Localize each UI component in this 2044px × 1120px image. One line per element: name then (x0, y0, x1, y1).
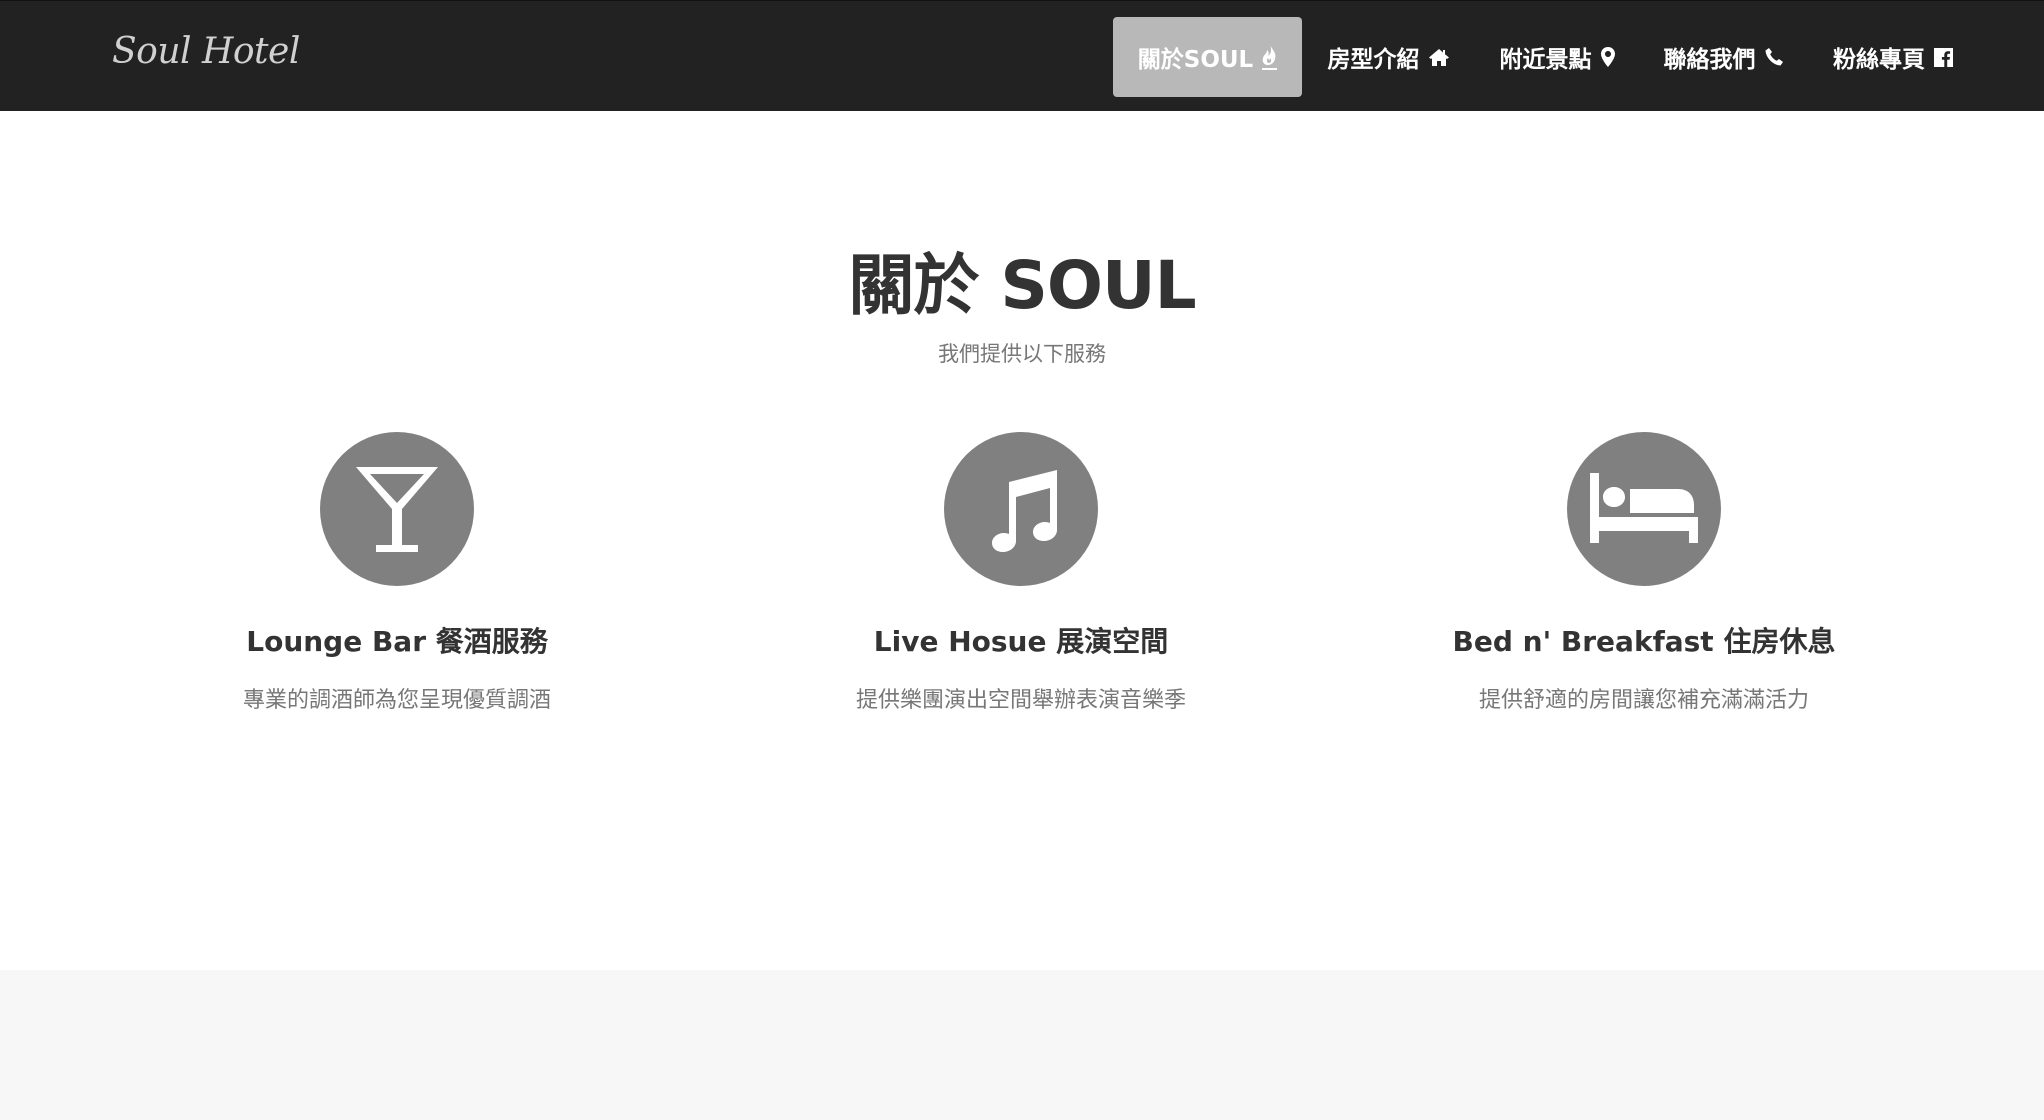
nav-item-rooms[interactable]: 房型介紹 (1302, 17, 1474, 97)
nav-item-label: 粉絲專頁 (1833, 47, 1925, 73)
bed-icon (1567, 432, 1721, 586)
top-navbar: Soul Hotel 關於SOUL 房型介紹 附近景點 聯絡我們 粉絲專頁 (0, 0, 2044, 111)
about-subtitle: 我們提供以下服務 (938, 342, 1106, 366)
about-title: 關於 SOUL (848, 247, 1196, 324)
service-title: Lounge Bar 餐酒服務 (246, 625, 548, 658)
next-section-band (0, 970, 2044, 1120)
service-live-house: Live Hosue 展演空間 提供樂團演出空間舉辦表演音樂季 (761, 432, 1281, 714)
home-icon (1428, 48, 1449, 66)
service-title: Live Hosue 展演空間 (873, 625, 1169, 658)
nav-item-label: 附近景點 (1499, 47, 1592, 73)
service-lounge-bar: Lounge Bar 餐酒服務 專業的調酒師為您呈現優質調酒 (137, 432, 657, 714)
phone-icon (1765, 48, 1783, 66)
main-nav: 關於SOUL 房型介紹 附近景點 聯絡我們 粉絲專頁 (1113, 17, 2044, 97)
nav-item-contact[interactable]: 聯絡我們 (1640, 17, 1806, 97)
service-bed-and-breakfast: Bed n' Breakfast 住房休息 提供舒適的房間讓您補充滿滿活力 (1384, 432, 1904, 714)
nav-item-label: 房型介紹 (1327, 47, 1420, 73)
cocktail-glass-icon (320, 432, 474, 586)
nav-item-label: 聯絡我們 (1663, 47, 1756, 73)
map-marker-icon (1600, 47, 1615, 67)
nav-item-attractions[interactable]: 附近景點 (1474, 17, 1640, 97)
nav-item-about[interactable]: 關於SOUL (1113, 17, 1302, 97)
facebook-icon (1934, 47, 1953, 67)
service-title: Bed n' Breakfast 住房休息 (1452, 625, 1836, 658)
service-description: 專業的調酒師為您呈現優質調酒 (242, 688, 551, 713)
music-note-icon (944, 432, 1098, 586)
fire-icon (1262, 44, 1278, 70)
nav-item-fanpage[interactable]: 粉絲專頁 (1806, 17, 1980, 97)
service-description: 提供樂團演出空間舉辦表演音樂季 (855, 688, 1186, 713)
brand-logo[interactable]: Soul Hotel (112, 31, 300, 72)
service-description: 提供舒適的房間讓您補充滿滿活力 (1478, 688, 1809, 713)
nav-item-label: 關於SOUL (1137, 47, 1254, 73)
